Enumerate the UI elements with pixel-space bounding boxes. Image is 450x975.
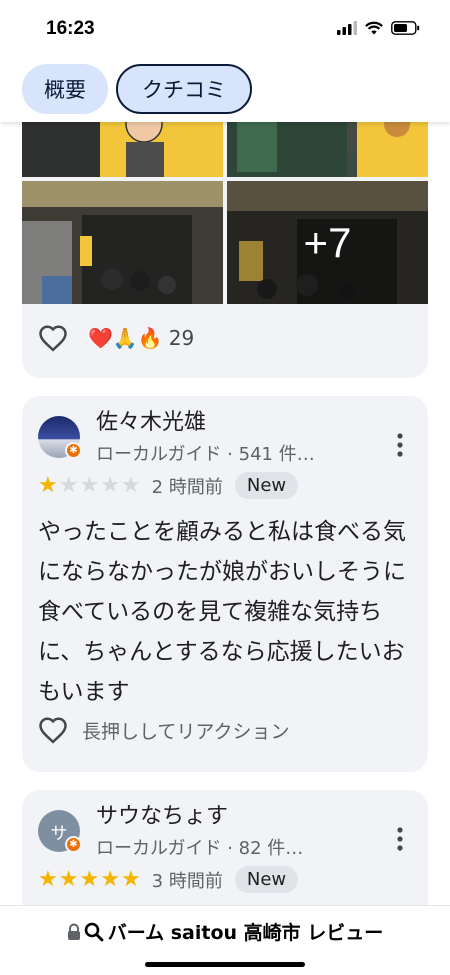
status-icons [337,21,420,35]
star-empty-icon: ★ [100,472,120,498]
review-card: サ ✱ サウなちょす ローカルガイド · 82 件… ★★★★★ 3 時間前 N… [22,790,428,905]
status-time: 16:23 [46,18,95,39]
reaction-emojis: ❤️🙏🔥 [88,326,163,350]
reviewer-name[interactable]: 佐々木光雄 [96,404,206,436]
review-photo[interactable] [227,122,428,177]
reviewer-meta: ローカルガイド · 82 件… [96,838,304,859]
review-time: 2 時間前 [151,476,223,498]
review-photos-card: +7 ❤️🙏🔥 29 [22,122,428,378]
photo-illustration [22,122,223,177]
rating-row: ★★★★★ 2 時間前 New [38,472,299,499]
reaction-prompt[interactable]: 長押ししてリアクション [38,716,289,744]
more-options-icon[interactable] [394,432,406,458]
review-photo-more[interactable]: +7 [227,181,428,304]
star-filled-icon: ★ [79,866,100,892]
more-photos-count: +7 [227,181,428,304]
reviewer-name[interactable]: サウなちょす [96,798,228,830]
status-bar: 16:23 [0,0,450,58]
photo-illustration [22,181,223,304]
browser-url-bar[interactable]: バーム saitou 高崎市 レビュー [0,905,450,975]
more-options-icon[interactable] [394,826,406,852]
star-rating: ★★★★★ [38,866,142,892]
local-guide-badge-icon: ✱ [65,442,82,459]
star-filled-icon: ★ [38,866,58,892]
photo-illustration [227,122,428,177]
review-text: やったことを顧みると私は食べる気にならなかったが娘がおいしそうに食べているのを見… [38,519,406,705]
search-icon [84,922,104,941]
new-badge: New [234,472,299,499]
reaction-prompt-label: 長押ししてリアクション [82,720,290,743]
rating-row: ★★★★★ 3 時間前 New [38,866,299,893]
star-rating: ★★★★★ [38,472,142,498]
reaction-count: 29 [168,326,195,350]
star-filled-icon: ★ [100,866,120,892]
reaction-row: ❤️🙏🔥 29 [38,324,194,352]
wifi-icon [365,21,383,35]
tabs-header: 概要 クチコミ [0,58,450,122]
reviews-scroll-area[interactable]: +7 ❤️🙏🔥 29 ✱ 佐々木光雄 ローカルガイド · 541 件… ★★★★… [0,122,450,905]
star-filled-icon: ★ [120,866,141,892]
url-text[interactable]: バーム saitou 高崎市 レビュー [108,918,384,945]
star-empty-icon: ★ [120,472,141,498]
reviewer-meta: ローカルガイド · 541 件… [96,444,315,465]
local-guide-badge-icon: ✱ [65,836,82,853]
lock-icon [67,923,80,940]
cellular-signal-icon [337,21,357,35]
star-filled-icon: ★ [38,472,58,498]
review-card: ✱ 佐々木光雄 ローカルガイド · 541 件… ★★★★★ 2 時間前 New… [22,396,428,772]
url-row[interactable]: バーム saitou 高崎市 レビュー [0,918,450,945]
battery-icon [391,21,420,35]
star-empty-icon: ★ [79,472,100,498]
star-empty-icon: ★ [58,472,79,498]
home-indicator[interactable] [145,962,305,967]
review-photo[interactable] [22,122,223,177]
review-photo[interactable] [22,181,223,304]
heart-outline-icon[interactable] [38,716,68,744]
new-badge: New [234,866,299,893]
tab-overview[interactable]: 概要 [22,64,108,114]
heart-outline-icon[interactable] [38,324,68,352]
review-time: 3 時間前 [151,870,223,892]
star-filled-icon: ★ [58,866,79,892]
tab-reviews[interactable]: クチコミ [116,64,252,114]
